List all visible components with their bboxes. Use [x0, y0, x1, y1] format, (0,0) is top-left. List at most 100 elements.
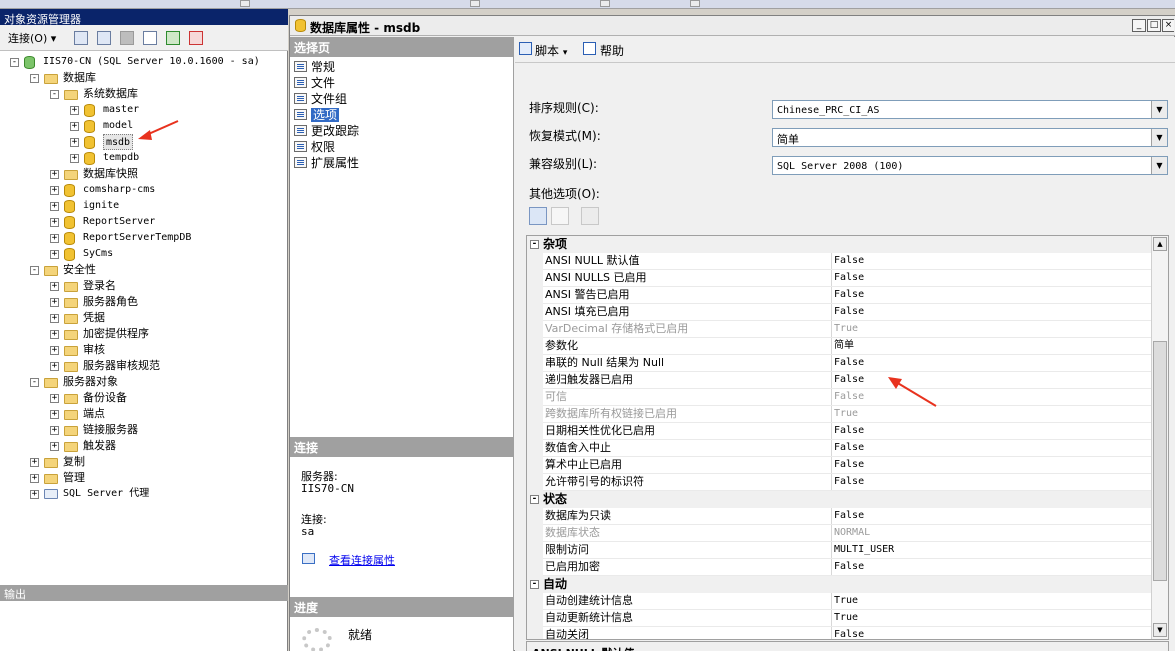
expand-icon[interactable]: +	[70, 106, 79, 115]
view-connection-properties-link[interactable]: 查看连接属性	[329, 552, 395, 568]
expand-icon[interactable]: +	[50, 298, 59, 307]
expand-icon[interactable]: +	[70, 154, 79, 163]
toolbar-button[interactable]	[690, 0, 700, 7]
tree-node-security[interactable]: 安全性	[63, 262, 96, 278]
property-value[interactable]: False	[831, 253, 1151, 269]
property-row[interactable]: 日期相关性优化已启用 False	[527, 423, 1151, 440]
property-row[interactable]: 串联的 Null 结果为 Null False	[527, 355, 1151, 372]
collapse-icon[interactable]: -	[10, 58, 19, 67]
property-row[interactable]: VarDecimal 存储格式已启用 True	[527, 321, 1151, 338]
disconnect-icon[interactable]	[97, 31, 111, 45]
expand-icon[interactable]: +	[50, 442, 59, 451]
scroll-up-icon[interactable]: ▲	[1153, 237, 1167, 251]
property-value[interactable]: False	[831, 627, 1151, 639]
property-value[interactable]: False	[831, 457, 1151, 473]
tree-node-snapshots[interactable]: 数据库快照	[83, 166, 138, 182]
tree-node-db[interactable]: msdb	[103, 134, 134, 150]
tree-node-replication[interactable]: 复制	[63, 454, 85, 470]
script-button[interactable]: 脚本 ▾	[535, 42, 567, 59]
toolbar-button[interactable]	[470, 0, 480, 7]
stop-icon[interactable]	[120, 31, 134, 45]
page-item-4[interactable]: 更改跟踪	[294, 123, 359, 139]
property-row[interactable]: 已启用加密 False	[527, 559, 1151, 576]
tree-node-db[interactable]: SyCms	[83, 246, 113, 262]
summary-icon[interactable]	[189, 31, 203, 45]
expand-icon[interactable]: +	[50, 202, 59, 211]
filter-icon[interactable]	[143, 31, 157, 45]
expand-icon[interactable]: +	[70, 122, 79, 131]
property-row[interactable]: 数值舍入中止 False	[527, 440, 1151, 457]
toolbar-button[interactable]	[240, 0, 250, 7]
tree-node-databases[interactable]: 数据库	[63, 70, 96, 86]
tree-node-server-object[interactable]: 链接服务器	[83, 422, 138, 438]
tree-node-agent[interactable]: SQL Server 代理	[63, 486, 149, 502]
expand-icon[interactable]: +	[50, 346, 59, 355]
close-icon[interactable]: ×	[1162, 19, 1174, 32]
refresh-icon[interactable]	[166, 31, 180, 45]
property-value[interactable]: 简单	[831, 338, 1151, 354]
scroll-down-icon[interactable]: ▼	[1153, 623, 1167, 637]
expand-icon[interactable]: +	[50, 362, 59, 371]
recovery-model-select[interactable]: 简单 ▼	[772, 128, 1168, 147]
tree-node-security-item[interactable]: 服务器审核规范	[83, 358, 160, 374]
maximize-icon[interactable]: □	[1147, 19, 1161, 32]
expand-icon[interactable]: +	[30, 474, 39, 483]
tree-node-server-object[interactable]: 备份设备	[83, 390, 127, 406]
collapse-icon[interactable]: -	[530, 580, 539, 589]
expand-icon[interactable]: +	[50, 410, 59, 419]
expand-icon[interactable]: +	[50, 218, 59, 227]
property-value[interactable]: False	[831, 355, 1151, 371]
collapse-icon[interactable]: -	[530, 240, 539, 249]
tree-node-security-item[interactable]: 凭据	[83, 310, 105, 326]
property-category[interactable]: - 自动	[527, 576, 1151, 593]
collapse-icon[interactable]: -	[30, 74, 39, 83]
property-category[interactable]: - 状态	[527, 491, 1151, 508]
property-value[interactable]: False	[831, 508, 1151, 524]
property-row[interactable]: 限制访问 MULTI_USER	[527, 542, 1151, 559]
tree-node-db[interactable]: ReportServerTempDB	[83, 230, 191, 246]
tree-node-server-object[interactable]: 端点	[83, 406, 105, 422]
tree-node-security-item[interactable]: 服务器角色	[83, 294, 138, 310]
scroll-thumb[interactable]	[1153, 341, 1167, 581]
property-value[interactable]: False	[831, 270, 1151, 286]
page-item-5[interactable]: 权限	[294, 139, 335, 155]
property-row[interactable]: 自动关闭 False	[527, 627, 1151, 639]
property-row[interactable]: 算术中止已启用 False	[527, 457, 1151, 474]
tree-node-server-objects[interactable]: 服务器对象	[63, 374, 118, 390]
help-button[interactable]: 帮助	[600, 42, 624, 59]
property-row[interactable]: ANSI 填充已启用 False	[527, 304, 1151, 321]
expand-icon[interactable]: +	[50, 186, 59, 195]
connect-button[interactable]: 连接(O) ▾	[8, 30, 56, 46]
property-row[interactable]: 自动更新统计信息 True	[527, 610, 1151, 627]
collation-select[interactable]: Chinese_PRC_CI_AS ▼	[772, 100, 1168, 119]
expand-icon[interactable]: +	[50, 170, 59, 179]
expand-icon[interactable]: +	[50, 426, 59, 435]
tree-node-db[interactable]: ignite	[83, 198, 119, 214]
tree-node-management[interactable]: 管理	[63, 470, 85, 486]
page-item-6[interactable]: 扩展属性	[294, 155, 359, 171]
collapse-icon[interactable]: -	[50, 90, 59, 99]
expand-icon[interactable]: +	[50, 394, 59, 403]
property-value[interactable]: True	[831, 593, 1151, 609]
property-pages-icon[interactable]	[581, 207, 599, 225]
collapse-icon[interactable]: -	[30, 378, 39, 387]
tree-node-security-item[interactable]: 审核	[83, 342, 105, 358]
property-row[interactable]: ANSI NULL 默认值 False	[527, 253, 1151, 270]
expand-icon[interactable]: +	[30, 458, 39, 467]
property-row[interactable]: 可信 False	[527, 389, 1151, 406]
categorized-icon[interactable]	[529, 207, 547, 225]
property-value[interactable]: False	[831, 304, 1151, 320]
collapse-icon[interactable]: -	[530, 495, 539, 504]
compat-level-select[interactable]: SQL Server 2008 (100) ▼	[772, 156, 1168, 175]
property-row[interactable]: 递归触发器已启用 False	[527, 372, 1151, 389]
tree-node-db[interactable]: tempdb	[103, 150, 139, 166]
page-item-1[interactable]: 文件	[294, 75, 335, 91]
property-value[interactable]: False	[831, 559, 1151, 575]
page-item-0[interactable]: 常规	[294, 59, 335, 75]
toolbar-button[interactable]	[600, 0, 610, 7]
expand-icon[interactable]: +	[30, 490, 39, 499]
expand-icon[interactable]: +	[50, 250, 59, 259]
connect-object-icon[interactable]	[74, 31, 88, 45]
page-item-2[interactable]: 文件组	[294, 91, 347, 107]
tree-node-db[interactable]: model	[103, 118, 133, 134]
